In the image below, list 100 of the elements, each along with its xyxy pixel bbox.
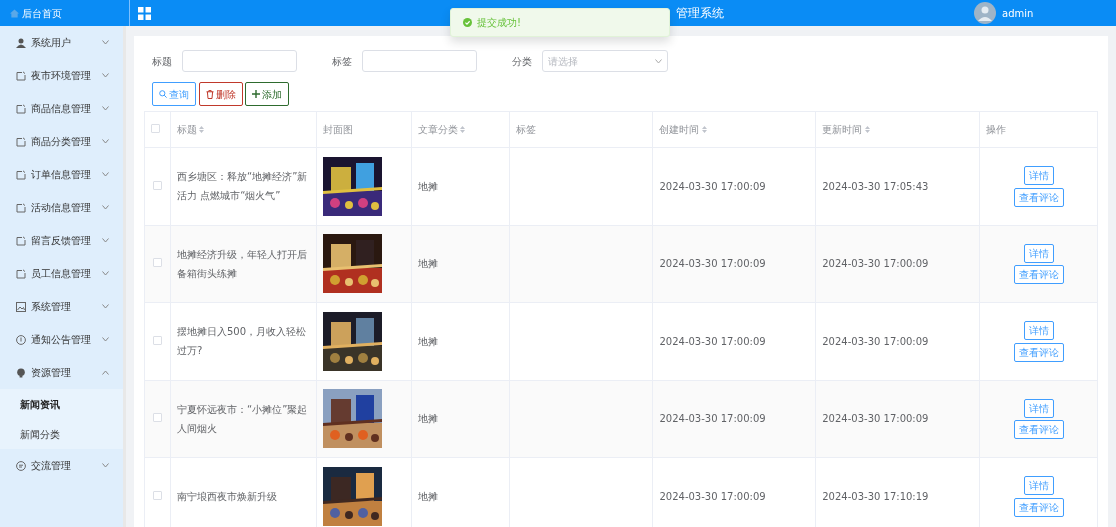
delete-button[interactable]: 删除 xyxy=(198,82,243,106)
user-name[interactable]: admin xyxy=(1002,5,1034,21)
comments-button[interactable]: 查看评论 xyxy=(1013,342,1064,362)
add-button[interactable]: 添加 xyxy=(245,82,289,106)
chevron-icon xyxy=(102,172,109,177)
column-header: 操作 xyxy=(986,123,1007,137)
chat-icon xyxy=(16,460,26,471)
chevron-icon xyxy=(102,73,109,78)
category-cell: 地摊 xyxy=(417,335,438,347)
updated-time: 2024-03-30 17:00:09 xyxy=(822,413,929,425)
created-time: 2024-03-30 17:00:09 xyxy=(659,180,766,192)
created-time: 2024-03-30 17:00:09 xyxy=(659,413,766,425)
chevron-icon xyxy=(102,106,109,111)
input-field[interactable] xyxy=(182,50,297,72)
category-cell: 地摊 xyxy=(417,413,438,425)
sort-icon xyxy=(199,126,205,133)
updated-time: 2024-03-30 17:00:09 xyxy=(822,258,929,270)
row-checkbox[interactable] xyxy=(153,413,162,423)
select-all-checkbox[interactable] xyxy=(151,124,160,133)
sidebar-item[interactable]: 活动信息管理 xyxy=(0,191,123,224)
document-icon xyxy=(16,169,26,180)
detail-button[interactable]: 详情 xyxy=(1023,321,1054,340)
sidebar-item[interactable]: 资源管理 xyxy=(0,356,123,389)
column-header: 封面图 xyxy=(322,123,353,137)
search-icon xyxy=(159,90,167,98)
sort-icon xyxy=(864,126,870,133)
filter-label: 标签 xyxy=(332,54,352,69)
created-time: 2024-03-30 17:00:09 xyxy=(659,490,766,502)
document-icon xyxy=(16,235,26,246)
category-cell: 地摊 xyxy=(417,490,438,502)
check-circle-icon xyxy=(463,18,472,27)
updated-time: 2024-03-30 17:00:09 xyxy=(822,335,929,347)
news-title: 地摊经济升级，年轻人打开后备箱街头练摊 xyxy=(177,248,307,279)
column-header[interactable]: 创建时间 xyxy=(659,122,707,137)
created-time: 2024-03-30 17:00:09 xyxy=(659,258,766,270)
chevron-icon xyxy=(102,40,109,45)
home-link[interactable]: 后台首页 xyxy=(21,5,62,21)
app-title: 管理系统 xyxy=(676,5,724,22)
news-title: 摆地摊日入500，月收入轻松过万? xyxy=(177,326,307,357)
detail-button[interactable]: 详情 xyxy=(1023,398,1054,418)
search-button[interactable]: 查询 xyxy=(152,82,196,106)
chevron-icon xyxy=(655,58,662,64)
news-title: 南宁埌西夜市焕新升级 xyxy=(177,490,277,502)
document-icon xyxy=(16,136,26,147)
chevron-icon xyxy=(102,205,109,210)
submenu-item[interactable]: 新闻分类 xyxy=(20,426,60,442)
updated-time: 2024-03-30 17:10:19 xyxy=(822,490,929,502)
sort-icon xyxy=(701,126,707,133)
sidebar-item[interactable]: 通知公告管理 xyxy=(0,323,123,356)
sidebar-item[interactable]: 夜市环境管理 xyxy=(0,59,123,92)
sort-icon xyxy=(460,126,466,133)
submenu-item[interactable]: 新闻资讯 xyxy=(20,396,60,412)
filter-label: 标题 xyxy=(152,54,172,69)
image-icon xyxy=(16,301,26,312)
detail-button[interactable]: 详情 xyxy=(1023,243,1054,263)
detail-button[interactable]: 详情 xyxy=(1023,476,1054,495)
home-icon xyxy=(10,8,19,18)
sidebar-item[interactable]: 员工信息管理 xyxy=(0,257,123,290)
sidebar-item[interactable]: 系统管理 xyxy=(0,290,123,323)
row-checkbox[interactable] xyxy=(153,258,162,268)
sidebar-item[interactable]: 商品信息管理 xyxy=(0,92,123,125)
input-field[interactable] xyxy=(362,50,477,72)
toast-message: 提交成功! xyxy=(477,16,521,30)
column-header[interactable]: 更新时间 xyxy=(822,122,870,137)
chevron-icon xyxy=(102,271,109,276)
sidebar-item[interactable]: 订单信息管理 xyxy=(0,158,123,191)
filter-label: 分类 xyxy=(512,54,532,69)
chevron-icon xyxy=(102,370,109,375)
document-icon xyxy=(16,268,26,279)
chevron-icon xyxy=(102,337,109,342)
row-checkbox[interactable] xyxy=(153,180,162,190)
category-select[interactable]: 请选择 xyxy=(542,50,668,72)
column-header: 标签 xyxy=(515,123,536,137)
comments-button[interactable]: 查看评论 xyxy=(1013,497,1064,517)
category-cell: 地摊 xyxy=(417,180,438,192)
menu-icon[interactable] xyxy=(138,6,151,20)
detail-button[interactable]: 详情 xyxy=(1023,166,1054,185)
user-icon xyxy=(16,37,26,48)
avatar-icon[interactable] xyxy=(974,2,996,24)
created-time: 2024-03-30 17:00:09 xyxy=(659,335,766,347)
row-checkbox[interactable] xyxy=(153,335,162,345)
bulb-icon xyxy=(16,367,26,378)
sidebar-item[interactable]: 交流管理 xyxy=(0,449,123,482)
news-title: 宁夏怀远夜市：“小摊位”聚起人间烟火 xyxy=(177,403,308,434)
comments-button[interactable]: 查看评论 xyxy=(1013,420,1064,439)
sidebar-item[interactable]: 系统用户 xyxy=(0,26,123,59)
chevron-icon xyxy=(102,463,109,468)
document-icon xyxy=(16,103,26,114)
document-icon xyxy=(16,70,26,81)
plus-icon xyxy=(252,90,260,98)
column-header[interactable]: 标题 xyxy=(177,122,205,137)
chevron-icon xyxy=(102,139,109,144)
row-checkbox[interactable] xyxy=(153,490,162,500)
updated-time: 2024-03-30 17:05:43 xyxy=(822,180,929,192)
sidebar-item[interactable]: 留言反馈管理 xyxy=(0,224,123,257)
chevron-icon xyxy=(102,304,109,309)
category-cell: 地摊 xyxy=(417,258,438,270)
sidebar-item[interactable]: 商品分类管理 xyxy=(0,125,123,158)
comments-button[interactable]: 查看评论 xyxy=(1013,265,1064,284)
comments-button[interactable]: 查看评论 xyxy=(1013,187,1064,207)
